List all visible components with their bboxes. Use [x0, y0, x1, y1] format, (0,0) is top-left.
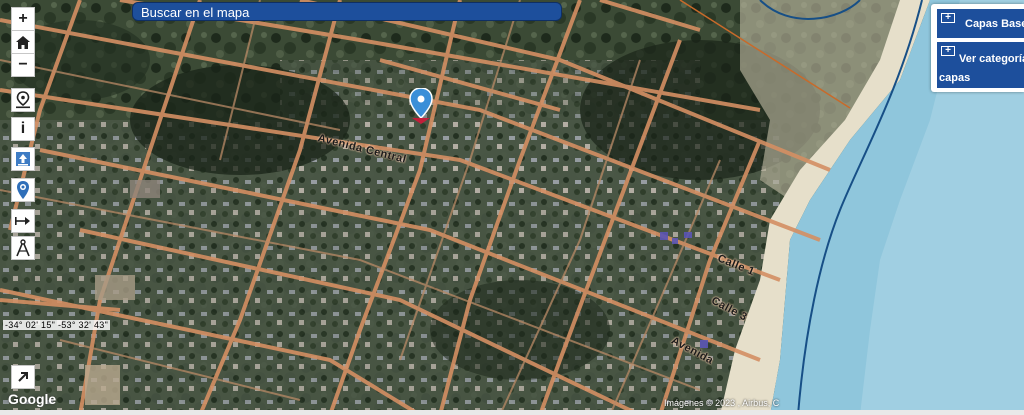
zoom-in-button[interactable]: +	[11, 7, 35, 31]
location-shield-icon	[17, 181, 29, 199]
layers-panel: + Capas Base + Ver categorías d capas	[931, 4, 1024, 92]
upload-button[interactable]	[11, 147, 35, 171]
satellite-map[interactable]: Avenida Central Calle 1 Calle 3 Avenida	[0, 0, 1024, 415]
zoom-out-button[interactable]: −	[11, 53, 35, 77]
map-attribution: Imágenes © 2023 , Airbus, C	[664, 398, 780, 408]
layer-categories-label-line2: capas	[939, 72, 971, 84]
home-icon	[16, 35, 30, 49]
plus-icon: +	[941, 13, 955, 23]
plus-icon: +	[941, 46, 955, 56]
layer-categories-label-line1: Ver categorías d	[959, 53, 1024, 65]
home-button[interactable]	[11, 30, 35, 54]
locate-button[interactable]	[11, 88, 35, 112]
bottom-bar	[0, 410, 1024, 415]
expand-arrow-icon	[18, 372, 28, 382]
compass-icon	[16, 239, 30, 257]
measure-area-button[interactable]	[11, 178, 35, 202]
upload-icon	[16, 152, 30, 166]
map-pin-icon	[16, 91, 30, 109]
distance-arrow-icon	[15, 217, 30, 225]
measure-angle-button[interactable]	[11, 236, 35, 260]
map-imagery	[0, 0, 1024, 415]
coordinates-readout: -34° 02' 15" -53° 32' 43"	[3, 320, 111, 330]
fullscreen-button[interactable]	[11, 365, 35, 389]
google-logo: Google	[8, 391, 57, 407]
base-layers-label: Capas Base	[965, 18, 1024, 30]
map-search-input[interactable]: Buscar en el mapa	[132, 2, 562, 21]
location-marker-icon[interactable]	[409, 88, 433, 124]
measure-distance-button[interactable]	[11, 209, 35, 233]
info-button[interactable]: i	[11, 117, 35, 141]
base-layers-button[interactable]: + Capas Base	[937, 9, 1024, 38]
layer-categories-button[interactable]: + Ver categorías d capas	[937, 42, 1024, 88]
